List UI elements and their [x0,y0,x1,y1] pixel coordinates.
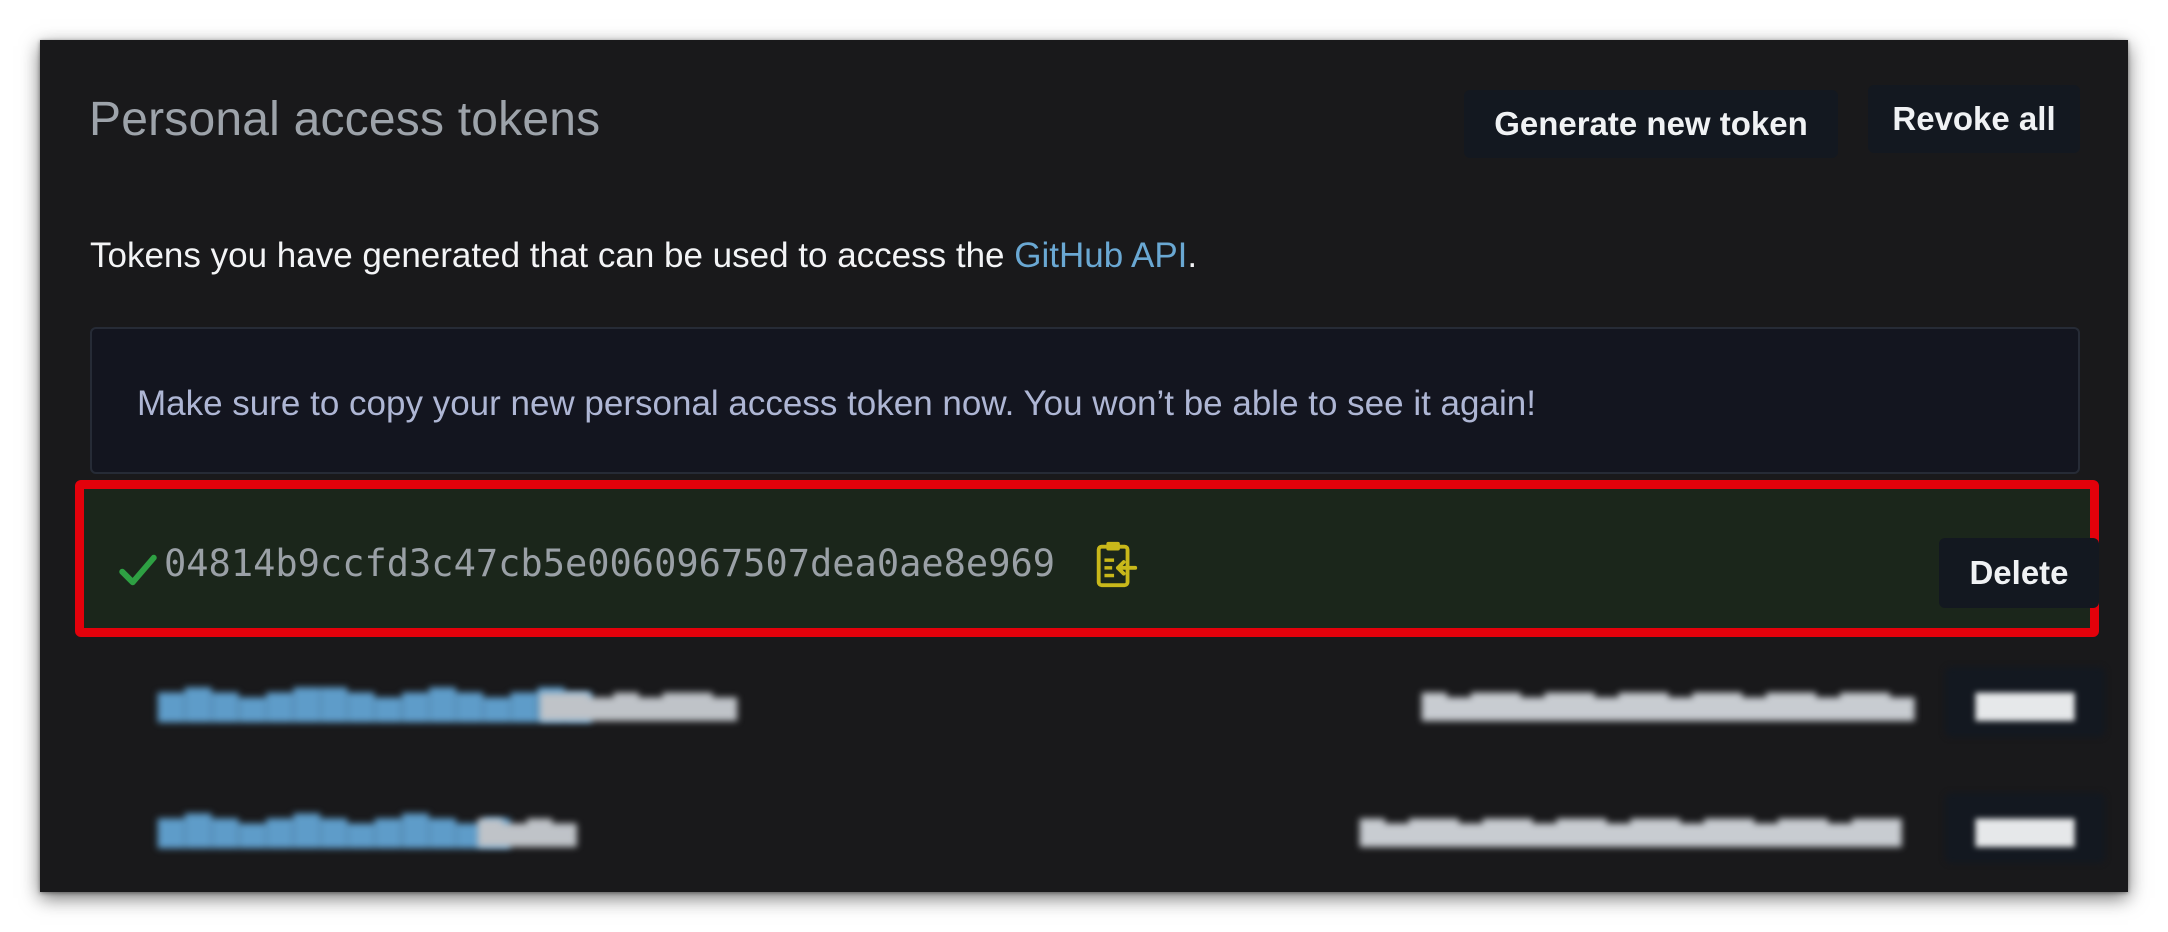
token-last-used-redacted: ▆▅▆▆▅▆▆▅▆▆▅▆▆▅▆▆▅▆▆▅▆▆ [1360,810,1902,846]
generate-new-token-button[interactable]: Generate new token [1464,90,1838,158]
token-last-used-redacted: ▆▅▆▆▅▆▆▅▆▆▅▆▆▅▆▆▅▆▆▅ [1422,684,1915,720]
token-row: ▆▇▆▅▆▇▇▆▅▆▇▆▅▆▇▆ ▆▆▅▆▅▆▆▅ ▆▅▆▆▅▆▆▅▆▆▅▆▆▅… [90,647,2105,757]
token-value: 04814b9ccfd3c47cb5e0060967507dea0ae8e969 [164,542,1056,585]
check-icon [119,554,157,586]
tokens-description: Tokens you have generated that can be us… [90,236,1197,276]
new-token-row: 04814b9ccfd3c47cb5e0060967507dea0ae8e969… [75,480,2099,637]
delete-token-button[interactable]: ▆▆▆▆ [1945,793,2105,863]
token-row: ▆▇▆▅▆▇▆▅▆▇▆▅▆ ▆▅▆▅ ▆▅▆▆▅▆▆▅▆▆▅▆▆▅▆▆▅▆▆▅▆… [90,773,2105,883]
page-title: Personal access tokens [89,93,601,146]
delete-new-token-button[interactable]: Delete [1939,538,2099,608]
token-name-link-redacted[interactable]: ▆▇▆▅▆▇▇▆▅▆▇▆▅▆▇▆ [158,683,592,723]
tokens-panel: Personal access tokens Generate new toke… [40,40,2128,892]
token-scope-redacted: ▆▆▅▆▅▆▆▅ [540,684,737,720]
revoke-all-button[interactable]: Revoke all [1868,85,2080,153]
description-suffix: . [1187,236,1198,275]
token-scope-redacted: ▆▅▆▅ [478,810,577,846]
copy-token-notice: Make sure to copy your new personal acce… [90,327,2080,474]
notice-text: Make sure to copy your new personal acce… [137,384,1536,423]
github-api-link[interactable]: GitHub API [1014,236,1187,275]
description-prefix: Tokens you have generated that can be us… [90,236,1015,275]
clipboard-copy-icon[interactable] [1094,539,1138,589]
delete-token-button[interactable]: ▆▆▆▆ [1945,667,2105,737]
token-name-link-redacted[interactable]: ▆▇▆▅▆▇▆▅▆▇▆▅▆ [158,809,511,849]
